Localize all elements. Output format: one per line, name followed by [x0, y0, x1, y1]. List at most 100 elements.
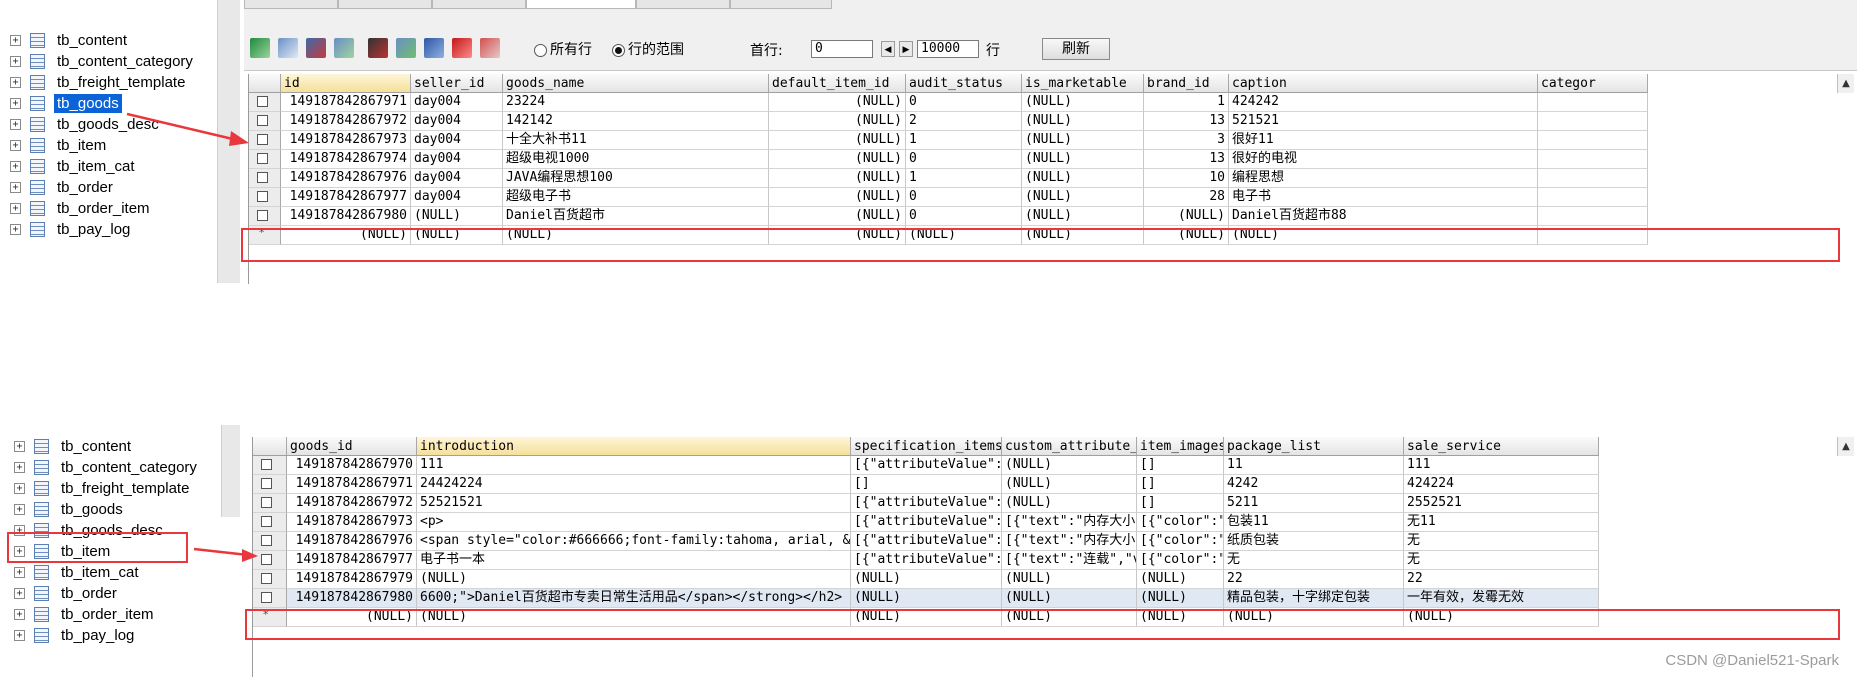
- expand-toggle-icon[interactable]: +: [10, 76, 21, 88]
- grid-cell[interactable]: <span style="color:#666666;font-family:t…: [417, 532, 851, 551]
- table-row[interactable]: 149187842867972 day004 142142 (NULL) 2 (NULL)…: [249, 112, 1648, 131]
- grid-cell[interactable]: (NULL): [1137, 589, 1224, 608]
- bottom-tree-scrollbar[interactable]: [221, 425, 240, 517]
- column-header-default-item-id[interactable]: default_item_id: [769, 74, 906, 93]
- row-checkbox[interactable]: [257, 210, 268, 221]
- grid-cell[interactable]: (NULL): [1022, 93, 1144, 112]
- grid-cell[interactable]: 无11: [1404, 513, 1599, 532]
- column-header-package-list[interactable]: package_list: [1224, 437, 1404, 456]
- row-header[interactable]: [249, 188, 281, 207]
- grid-cell[interactable]: 111: [417, 456, 851, 475]
- column-header-sale-service[interactable]: sale_service: [1404, 437, 1599, 456]
- row-header[interactable]: [253, 494, 287, 513]
- grid-cell[interactable]: 0: [906, 150, 1022, 169]
- tree-item-tb-pay-log[interactable]: + tb_pay_log: [14, 623, 137, 647]
- column-header-custom-attribute-i[interactable]: custom_attribute_i: [1002, 437, 1137, 456]
- grid-cell[interactable]: [{"text":"连载","v: [1002, 551, 1137, 570]
- table-row[interactable]: 149187842867970 111 [{"attributeValue":[(N…: [253, 456, 1599, 475]
- grid-cell[interactable]: 149187842867973: [281, 131, 411, 150]
- grid-cell[interactable]: (NULL): [1022, 112, 1144, 131]
- editor-tab-active[interactable]: [526, 0, 636, 9]
- grid-cell[interactable]: [1538, 131, 1648, 150]
- grid-cell[interactable]: 2552521: [1404, 494, 1599, 513]
- column-header-item-images[interactable]: item_images: [1137, 437, 1224, 456]
- grid-cell[interactable]: [{"attributeValue":[: [851, 513, 1002, 532]
- grid-cell[interactable]: (NULL): [1002, 494, 1137, 513]
- row-checkbox[interactable]: [257, 172, 268, 183]
- tree-item-tb-pay-log[interactable]: + tb_pay_log: [10, 217, 133, 241]
- grid-cell[interactable]: 4242: [1224, 475, 1404, 494]
- grid-cell[interactable]: 149187842867971: [281, 93, 411, 112]
- row-header[interactable]: [249, 131, 281, 150]
- grid-cell[interactable]: day004: [411, 188, 503, 207]
- row-header[interactable]: [249, 112, 281, 131]
- expand-toggle-icon[interactable]: +: [10, 34, 21, 46]
- grid-cell[interactable]: 142142: [503, 112, 769, 131]
- editor-tab-1[interactable]: [244, 0, 338, 9]
- grid-cell[interactable]: 149187842867972: [287, 494, 417, 513]
- grid-cell[interactable]: (NULL): [769, 93, 906, 112]
- grid-cell[interactable]: 13: [1144, 150, 1229, 169]
- grid-cell[interactable]: 149187842867971: [287, 475, 417, 494]
- paste-row-icon[interactable]: [306, 38, 326, 58]
- grid-cell[interactable]: day004: [411, 93, 503, 112]
- grid-cell[interactable]: 很好11: [1229, 131, 1538, 150]
- column-header-categor[interactable]: categor: [1538, 74, 1648, 93]
- next-page-button[interactable]: ▶: [899, 41, 913, 57]
- row-checkbox[interactable]: [261, 516, 272, 527]
- grid-cell[interactable]: (NULL): [1002, 608, 1137, 627]
- grid-cell[interactable]: 10: [1144, 169, 1229, 188]
- row-checkbox[interactable]: [261, 497, 272, 508]
- expand-toggle-icon[interactable]: +: [10, 139, 21, 151]
- grid-cell[interactable]: []: [1137, 456, 1224, 475]
- grid-cell[interactable]: 超级电视1000: [503, 150, 769, 169]
- copy-row-icon[interactable]: [278, 38, 298, 58]
- grid-cell[interactable]: (NULL): [851, 570, 1002, 589]
- grid-cell[interactable]: day004: [411, 131, 503, 150]
- expand-toggle-icon[interactable]: +: [14, 566, 25, 578]
- row-checkbox[interactable]: [261, 478, 272, 489]
- grid-cell[interactable]: 超级电子书: [503, 188, 769, 207]
- grid-cell[interactable]: <p>: [417, 513, 851, 532]
- row-checkbox[interactable]: [261, 554, 272, 565]
- grid-cell[interactable]: 149187842867980: [287, 589, 417, 608]
- all-rows-option[interactable]: 所有行: [534, 39, 592, 59]
- grid-cell[interactable]: day004: [411, 112, 503, 131]
- save-icon[interactable]: [424, 38, 444, 58]
- expand-toggle-icon[interactable]: +: [10, 181, 21, 193]
- scroll-up-button[interactable]: ▲: [1837, 437, 1854, 456]
- grid-cell[interactable]: (NULL): [1137, 570, 1224, 589]
- grid-cell[interactable]: (NULL): [906, 226, 1022, 245]
- expand-toggle-icon[interactable]: +: [10, 160, 21, 172]
- all-rows-radio[interactable]: [534, 43, 547, 57]
- table-row[interactable]: 149187842867976 <span style="color:#66666…: [253, 532, 1599, 551]
- duplicate-row-icon[interactable]: [334, 38, 354, 58]
- grid-cell[interactable]: 149187842867974: [281, 150, 411, 169]
- row-count-input[interactable]: 10000: [917, 40, 979, 58]
- grid-cell[interactable]: 28: [1144, 188, 1229, 207]
- row-header[interactable]: [249, 150, 281, 169]
- grid-cell[interactable]: 0: [906, 93, 1022, 112]
- grid-cell[interactable]: [{"text":"内存大小: [1002, 532, 1137, 551]
- row-checkbox[interactable]: [261, 535, 272, 546]
- table-row[interactable]: 149187842867973 day004 十全大补书11 (NULL) 1 (NULL…: [249, 131, 1648, 150]
- delete-icon[interactable]: [452, 38, 472, 58]
- grid-cell[interactable]: (NULL): [417, 608, 851, 627]
- grid-cell[interactable]: (NULL): [411, 207, 503, 226]
- row-checkbox[interactable]: [257, 191, 268, 202]
- grid-cell[interactable]: Daniel百货超市88: [1229, 207, 1538, 226]
- grid-cell[interactable]: 424242: [1229, 93, 1538, 112]
- row-checkbox[interactable]: [257, 153, 268, 164]
- export-icon[interactable]: [396, 38, 416, 58]
- row-range-radio[interactable]: [612, 43, 625, 57]
- grid-cell[interactable]: (NULL): [1137, 608, 1224, 627]
- prev-page-button[interactable]: ◀: [881, 41, 895, 57]
- grid-cell[interactable]: 149187842867976: [287, 532, 417, 551]
- grid-cell[interactable]: (NULL): [1144, 226, 1229, 245]
- grid-cell[interactable]: 13: [1144, 112, 1229, 131]
- grid-cell[interactable]: 52521521: [417, 494, 851, 513]
- grid-cell[interactable]: (NULL): [769, 131, 906, 150]
- grid-cell[interactable]: (NULL): [1002, 475, 1137, 494]
- grid-cell[interactable]: (NULL): [503, 226, 769, 245]
- grid-cell[interactable]: (NULL): [1002, 589, 1137, 608]
